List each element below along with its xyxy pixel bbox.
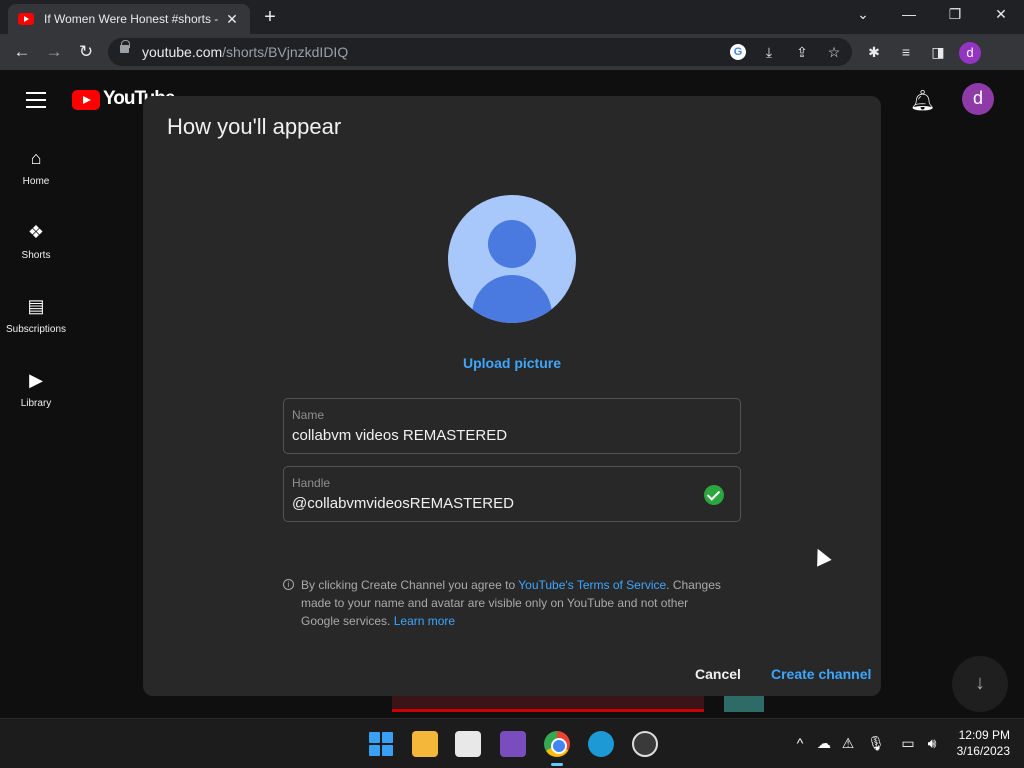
library-icon: ▶ bbox=[29, 370, 43, 390]
default-avatar-icon bbox=[448, 195, 576, 323]
learn-more-link[interactable]: Learn more bbox=[394, 614, 455, 628]
sidebar-item-label: Library bbox=[20, 398, 52, 409]
shorts-icon: ❖ bbox=[27, 222, 45, 242]
bookmark-star-icon[interactable]: ☆ bbox=[824, 44, 844, 61]
visual-studio-icon[interactable] bbox=[500, 731, 526, 757]
lock-icon[interactable] bbox=[120, 40, 130, 53]
tab-close-icon[interactable]: ✕ bbox=[224, 11, 240, 28]
back-button[interactable]: ← bbox=[11, 42, 33, 62]
network-icon[interactable]: ▭ bbox=[898, 735, 918, 752]
google-lens-icon[interactable]: G bbox=[730, 44, 746, 60]
terms-of-service-link[interactable]: YouTube's Terms of Service bbox=[518, 578, 666, 592]
name-input[interactable] bbox=[292, 427, 692, 444]
show-hidden-icons-chevron-icon[interactable]: ^ bbox=[790, 735, 810, 751]
create-channel-dialog: How you'll appear Upload picture Name Ha… bbox=[143, 96, 881, 696]
sidebar-item-home[interactable]: ⌂ Home bbox=[0, 148, 72, 187]
subscriptions-icon: ▤ bbox=[27, 296, 45, 316]
restore-button[interactable]: ❐ bbox=[941, 6, 969, 23]
sidebar-item-shorts[interactable]: ❖ Shorts bbox=[0, 222, 72, 261]
cancel-button[interactable]: Cancel bbox=[695, 666, 741, 682]
side-panel-icon[interactable]: ◨ bbox=[928, 44, 948, 61]
sidebar-item-library[interactable]: ▶ Library bbox=[0, 370, 72, 409]
notifications-bell-icon[interactable]: 🔔︎ bbox=[910, 88, 935, 113]
file-explorer-icon[interactable] bbox=[412, 731, 438, 757]
share-icon[interactable]: ⇪ bbox=[792, 44, 812, 61]
volume-icon[interactable]: 🔊︎ bbox=[922, 735, 942, 752]
youtube-logo-icon[interactable] bbox=[72, 90, 100, 110]
active-app-indicator bbox=[551, 763, 563, 766]
browser-profile-avatar[interactable]: d bbox=[959, 42, 981, 64]
sidebar-item-subscriptions[interactable]: ▤ Subscriptions bbox=[0, 296, 72, 335]
edge-icon[interactable] bbox=[588, 731, 614, 757]
terms-notice: i By clicking Create Channel you agree t… bbox=[283, 576, 725, 630]
microphone-icon[interactable]: 🎙︎ bbox=[866, 735, 886, 752]
extensions-icon[interactable]: ✱ bbox=[864, 44, 884, 61]
sidebar-item-label: Shorts bbox=[21, 250, 51, 261]
dialog-title: How you'll appear bbox=[167, 114, 342, 139]
sidebar-item-label: Subscriptions bbox=[5, 324, 67, 335]
security-warning-icon[interactable]: ⚠ bbox=[838, 735, 858, 752]
handle-field[interactable]: Handle bbox=[283, 466, 741, 522]
handle-input[interactable] bbox=[292, 495, 692, 512]
browser-tab-strip: If Women Were Honest #shorts - ✕ + ⌄ — ❐… bbox=[0, 0, 1024, 34]
tab-search-icon[interactable]: ⌄ bbox=[849, 6, 877, 23]
browser-tab[interactable]: If Women Were Honest #shorts - ✕ bbox=[8, 4, 250, 34]
new-tab-button[interactable]: + bbox=[258, 6, 282, 29]
clock-date: 3/16/2023 bbox=[956, 744, 1010, 758]
onedrive-icon[interactable]: ☁ bbox=[814, 735, 834, 752]
terms-text-prefix: By clicking Create Channel you agree to bbox=[301, 578, 519, 592]
minimize-button[interactable]: — bbox=[895, 6, 923, 22]
tab-title: If Women Were Honest #shorts - bbox=[44, 12, 218, 26]
forward-button[interactable]: → bbox=[43, 42, 65, 62]
media-control-icon[interactable]: ≡ bbox=[896, 44, 916, 60]
reload-button[interactable]: ↻ bbox=[75, 42, 97, 62]
background-thumbnail bbox=[724, 694, 764, 712]
url-text[interactable]: youtube.com/shorts/BVjnzkdIDIQ bbox=[142, 44, 348, 60]
obs-icon[interactable] bbox=[632, 731, 658, 757]
upload-picture-button[interactable]: Upload picture bbox=[143, 355, 881, 371]
create-channel-button[interactable]: Create channel bbox=[771, 666, 871, 682]
clock-time: 12:09 PM bbox=[958, 728, 1010, 742]
youtube-favicon-icon bbox=[18, 13, 34, 25]
account-avatar[interactable]: d bbox=[962, 83, 994, 115]
name-field[interactable]: Name bbox=[283, 398, 741, 454]
info-icon: i bbox=[283, 579, 294, 590]
install-app-icon[interactable]: ⤓ bbox=[759, 44, 779, 61]
name-field-label: Name bbox=[292, 408, 325, 422]
next-short-button[interactable]: ↓ bbox=[952, 656, 1008, 712]
browser-toolbar: ← → ↻ youtube.com/shorts/BVjnzkdIDIQ G ⤓… bbox=[0, 34, 1024, 70]
chrome-icon[interactable] bbox=[544, 731, 570, 757]
start-menu-icon[interactable] bbox=[368, 731, 394, 757]
handle-field-label: Handle bbox=[292, 476, 331, 490]
sidebar-item-label: Home bbox=[22, 176, 50, 187]
address-bar[interactable]: youtube.com/shorts/BVjnzkdIDIQ G ⤓ ⇪ ☆ bbox=[108, 38, 852, 66]
close-window-button[interactable]: ✕ bbox=[987, 6, 1015, 23]
hamburger-menu-icon[interactable] bbox=[26, 92, 46, 113]
handle-available-check-icon bbox=[704, 485, 724, 505]
windows-taskbar: ^ ☁ ⚠ 🎙︎ ▭ 🔊︎ 12:09 PM 3/16/2023 bbox=[0, 718, 1024, 768]
home-icon: ⌂ bbox=[30, 148, 42, 168]
microsoft-store-icon[interactable] bbox=[455, 731, 481, 757]
system-clock[interactable]: 12:09 PM 3/16/2023 bbox=[950, 727, 1010, 759]
